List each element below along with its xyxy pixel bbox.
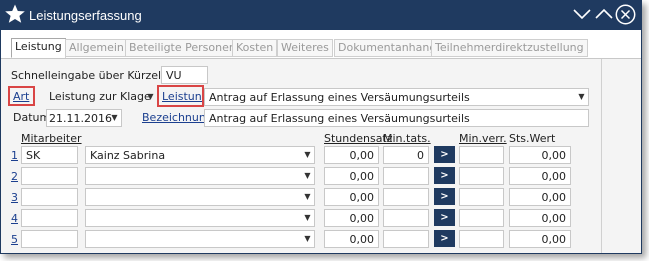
bezeichnung-input[interactable]: Antrag auf Erlassung eines Versäumungsur… bbox=[204, 109, 589, 127]
bezeichnung-link[interactable]: Bezeichnung bbox=[142, 111, 213, 124]
tab-weiteres[interactable]: Weiteres bbox=[277, 39, 333, 57]
kuerzel-input[interactable] bbox=[21, 230, 78, 248]
datum-value: 21.11.2016 bbox=[49, 112, 112, 125]
leistung-select-value: Antrag auf Erlassung eines Versäumungsur… bbox=[209, 91, 470, 104]
kuerzel-input[interactable] bbox=[21, 209, 78, 227]
art-link[interactable]: Art bbox=[13, 90, 29, 103]
min-tats-input[interactable] bbox=[383, 188, 429, 206]
chevron-down-icon[interactable]: ▼ bbox=[301, 147, 314, 163]
transfer-button[interactable]: > bbox=[434, 209, 455, 226]
mitarbeiter-select-value: Kainz Sabrina bbox=[90, 149, 166, 162]
panel-separator bbox=[601, 59, 602, 253]
chevron-down-icon[interactable]: ▼ bbox=[301, 210, 314, 226]
datum-input[interactable]: 21.11.2016 ▼ bbox=[46, 109, 122, 127]
mitarbeiter-select[interactable]: ▼ bbox=[85, 230, 315, 248]
mitarbeiter-select[interactable]: ▼ bbox=[85, 167, 315, 185]
chevron-down-icon[interactable]: ▼ bbox=[301, 231, 314, 247]
min-tats-input[interactable] bbox=[383, 209, 429, 227]
tab-allgemein[interactable]: Allgemein bbox=[65, 39, 128, 57]
mitarbeiter-select[interactable]: ▼ bbox=[85, 188, 315, 206]
leistung-tab-panel: Schnelleingabe über Kürzel: VU Art Leist… bbox=[1, 59, 641, 253]
schnelleingabe-input[interactable]: VU bbox=[161, 66, 208, 84]
chevron-down-icon[interactable]: ▼ bbox=[301, 168, 314, 184]
art-select[interactable]: Leistung zur Klage ▼ bbox=[45, 88, 157, 106]
tab-kosten[interactable]: Kosten bbox=[232, 39, 278, 57]
close-icon[interactable] bbox=[615, 4, 636, 25]
stundensatz-input[interactable]: 0,00 bbox=[324, 188, 379, 206]
mitarbeiter-select[interactable]: Kainz Sabrina ▼ bbox=[85, 146, 315, 164]
sts-wert-input[interactable]: 0,00 bbox=[509, 146, 571, 164]
window-title: Leistungserfassung bbox=[29, 8, 142, 23]
tab-teilnehmerdirektzustellung[interactable]: Teilnehmerdirektzustellung bbox=[431, 39, 588, 57]
chevron-down-icon[interactable]: ▼ bbox=[301, 189, 314, 205]
stundensatz-input[interactable]: 0,00 bbox=[324, 230, 379, 248]
min-verr-input[interactable] bbox=[459, 167, 504, 185]
chevron-down-icon[interactable]: ▼ bbox=[144, 89, 157, 105]
datum-label: Datum bbox=[13, 111, 51, 124]
sts-wert-input[interactable]: 0,00 bbox=[509, 209, 571, 227]
transfer-button[interactable]: > bbox=[434, 230, 455, 247]
stundensatz-input[interactable]: 0,00 bbox=[324, 146, 379, 164]
stundensatz-input[interactable]: 0,00 bbox=[324, 209, 379, 227]
kuerzel-input[interactable] bbox=[21, 167, 78, 185]
transfer-button[interactable]: > bbox=[434, 146, 455, 163]
schnelleingabe-label: Schnelleingabe über Kürzel: bbox=[11, 69, 165, 82]
tab-dokumentanhang[interactable]: Dokumentanhang bbox=[334, 39, 441, 57]
min-tats-input[interactable] bbox=[383, 230, 429, 248]
mitarbeiter-select[interactable]: ▼ bbox=[85, 209, 315, 227]
star-icon bbox=[5, 4, 25, 23]
min-tats-input[interactable]: 0 bbox=[383, 146, 429, 164]
leistung-select[interactable]: Antrag auf Erlassung eines Versäumungsur… bbox=[204, 88, 589, 106]
leistungserfassung-window: Leistungserfassung Leistung Allgemein Be… bbox=[0, 0, 642, 254]
tab-beteiligte-personen[interactable]: Beteiligte Personen bbox=[125, 39, 240, 57]
row-number-link[interactable]: 1 bbox=[11, 149, 18, 162]
min-verr-input[interactable] bbox=[459, 209, 504, 227]
tab-bar: Leistung Allgemein Beteiligte Personen K… bbox=[1, 30, 641, 60]
maximize-chevron-icon[interactable] bbox=[594, 4, 614, 24]
row-number-link[interactable]: 5 bbox=[11, 233, 18, 246]
min-tats-header: Min.tats. bbox=[383, 132, 431, 145]
sts-wert-input[interactable]: 0,00 bbox=[509, 167, 571, 185]
row-number-link[interactable]: 3 bbox=[11, 191, 18, 204]
kuerzel-input[interactable]: SK bbox=[21, 146, 78, 164]
row-number-link[interactable]: 2 bbox=[11, 170, 18, 183]
art-select-value: Leistung zur Klage bbox=[49, 90, 151, 103]
sts-wert-input[interactable]: 0,00 bbox=[509, 188, 571, 206]
min-tats-input[interactable] bbox=[383, 167, 429, 185]
row-number-link[interactable]: 4 bbox=[11, 212, 18, 225]
chevron-down-icon[interactable]: ▼ bbox=[575, 89, 588, 105]
minimize-chevron-icon[interactable] bbox=[572, 4, 592, 24]
tab-leistung[interactable]: Leistung bbox=[11, 38, 66, 58]
transfer-button[interactable]: > bbox=[434, 188, 455, 205]
min-verr-input[interactable] bbox=[459, 146, 504, 164]
transfer-button[interactable]: > bbox=[434, 167, 455, 184]
mitarbeiter-header: Mitarbeiter bbox=[21, 132, 82, 145]
sts-wert-input[interactable]: 0,00 bbox=[509, 230, 571, 248]
min-verr-input[interactable] bbox=[459, 188, 504, 206]
min-verr-header: Min.verr. bbox=[459, 132, 507, 145]
chevron-down-icon[interactable]: ▼ bbox=[108, 110, 121, 126]
title-bar: Leistungserfassung bbox=[1, 1, 641, 30]
kuerzel-input[interactable] bbox=[21, 188, 78, 206]
sts-wert-header: Sts.Wert bbox=[509, 132, 556, 145]
stundensatz-input[interactable]: 0,00 bbox=[324, 167, 379, 185]
leistung-link[interactable]: Leistung bbox=[162, 90, 209, 103]
min-verr-input[interactable] bbox=[459, 230, 504, 248]
